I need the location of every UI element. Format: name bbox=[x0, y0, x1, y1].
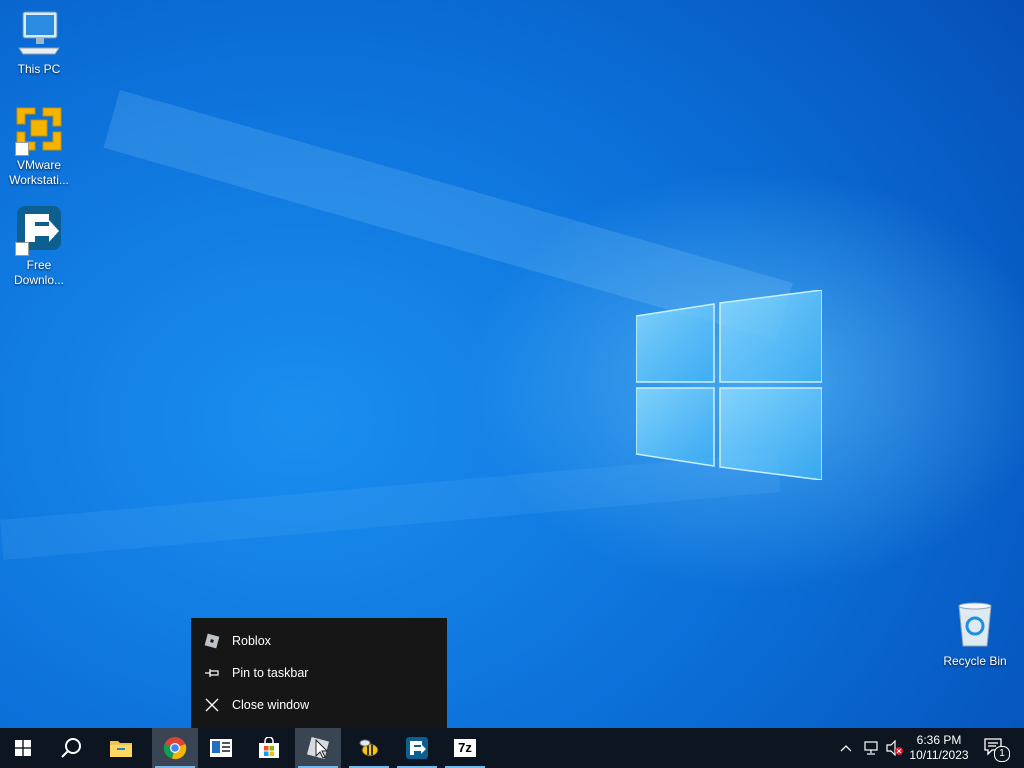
7zip-icon: 7z bbox=[454, 739, 476, 757]
roblox-icon bbox=[306, 736, 330, 760]
computer-icon bbox=[13, 8, 65, 60]
taskbar: 7z 6:36 PM 10/11/2023 1 bbox=[0, 728, 1024, 768]
notification-count-badge: 1 bbox=[994, 746, 1010, 762]
desktop-icon-label: Recycle Bin bbox=[943, 654, 1007, 668]
menu-item-label: Pin to taskbar bbox=[232, 666, 309, 680]
show-hidden-icons-chevron[interactable] bbox=[838, 740, 854, 756]
network-icon bbox=[864, 741, 878, 755]
windows-start-icon bbox=[15, 740, 31, 756]
desktop-icon-recycle-bin[interactable]: Recycle Bin bbox=[938, 600, 1012, 669]
roblox-icon bbox=[204, 633, 220, 649]
desktop-icon-label: Free Downlo... bbox=[13, 258, 65, 287]
clock-date: 10/11/2023 bbox=[909, 748, 969, 762]
taskbar-jump-list: Roblox Pin to taskbar Close window bbox=[191, 618, 447, 728]
search-icon bbox=[61, 738, 81, 758]
desktop-icon-label: VMware Workstati... bbox=[9, 158, 69, 187]
menu-item-close-window[interactable]: Close window bbox=[191, 690, 447, 720]
file-explorer-icon bbox=[110, 741, 132, 757]
taskbar-chrome[interactable] bbox=[152, 728, 198, 768]
start-button[interactable] bbox=[0, 728, 46, 768]
desktop-icon-vmware[interactable]: VMware Workstati... bbox=[2, 104, 76, 188]
taskbar-free-download-manager[interactable] bbox=[394, 728, 440, 768]
vmware-icon bbox=[13, 104, 65, 156]
network-status[interactable] bbox=[862, 740, 878, 756]
recycle-bin-icon bbox=[949, 600, 1001, 652]
volume-status[interactable] bbox=[885, 739, 903, 757]
notification-icon: 1 bbox=[984, 738, 1010, 762]
taskbar-microsoft-store[interactable] bbox=[246, 728, 292, 768]
windows-logo-wallpaper bbox=[636, 290, 822, 480]
taskbar-bee-app[interactable] bbox=[346, 728, 392, 768]
free-download-manager-icon bbox=[13, 204, 65, 256]
pin-icon bbox=[204, 665, 220, 681]
action-center-button[interactable]: 1 bbox=[972, 728, 1016, 768]
news-icon bbox=[210, 739, 232, 757]
taskbar-file-explorer[interactable] bbox=[98, 728, 144, 768]
bee-app-icon bbox=[359, 739, 379, 757]
taskbar-news[interactable] bbox=[198, 728, 244, 768]
desktop[interactable]: This PC VMware Workstati... Free Downlo.… bbox=[0, 0, 1024, 728]
chrome-icon bbox=[163, 737, 187, 760]
chevron-up-icon bbox=[840, 745, 852, 752]
desktop-icon-free-download-manager[interactable]: Free Downlo... bbox=[2, 204, 76, 288]
taskbar-clock[interactable]: 6:36 PM 10/11/2023 bbox=[906, 728, 972, 768]
close-icon bbox=[204, 697, 220, 713]
shortcut-arrow-icon bbox=[15, 242, 29, 256]
clock-time: 6:36 PM bbox=[916, 733, 962, 747]
menu-item-label: Roblox bbox=[232, 634, 271, 648]
desktop-icon-label: This PC bbox=[17, 62, 61, 76]
menu-item-roblox[interactable]: Roblox bbox=[191, 626, 447, 656]
shortcut-arrow-icon bbox=[15, 142, 29, 156]
microsoft-store-icon bbox=[259, 737, 279, 758]
7zip-icon-label: 7z bbox=[458, 740, 472, 755]
desktop-icon-this-pc[interactable]: This PC bbox=[2, 8, 76, 77]
menu-item-pin-to-taskbar[interactable]: Pin to taskbar bbox=[191, 658, 447, 688]
free-download-manager-icon bbox=[406, 737, 428, 759]
menu-item-label: Close window bbox=[232, 698, 310, 712]
taskbar-7zip[interactable]: 7z bbox=[442, 728, 488, 768]
volume-muted-icon bbox=[886, 739, 903, 757]
taskbar-roblox[interactable] bbox=[295, 728, 341, 768]
search-button[interactable] bbox=[48, 728, 94, 768]
